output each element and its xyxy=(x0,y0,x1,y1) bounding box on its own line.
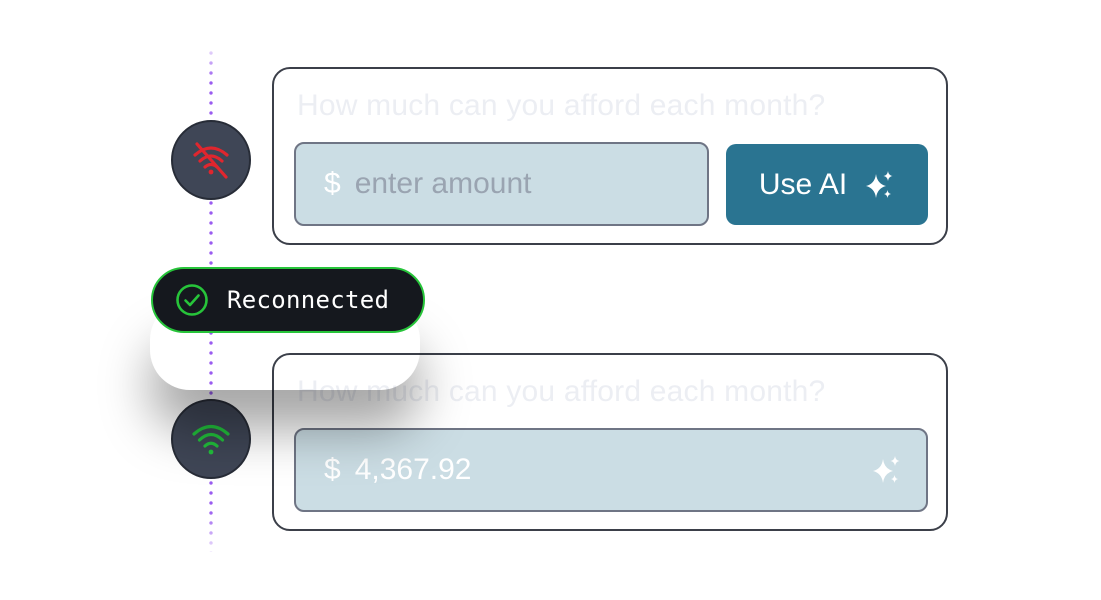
timeline-fade-top xyxy=(200,40,222,80)
online-status-marker xyxy=(171,399,251,479)
check-circle-icon xyxy=(175,283,209,317)
wifi-icon xyxy=(192,424,230,455)
budget-card-offline: How much can you afford each month? $ en… xyxy=(272,67,948,245)
sparkles-icon xyxy=(866,170,893,198)
question-label: How much can you afford each month? xyxy=(297,89,826,122)
offline-status-marker xyxy=(171,120,251,200)
toast-message: Reconnected xyxy=(227,286,390,314)
currency-symbol: $ xyxy=(324,453,341,486)
currency-symbol: $ xyxy=(324,167,341,200)
wifi-off-icon xyxy=(193,142,229,179)
amount-field[interactable]: $ enter amount xyxy=(294,142,709,226)
timeline-fade-bottom xyxy=(200,510,222,560)
sparkles-icon[interactable] xyxy=(870,454,902,486)
amount-input-value[interactable]: 4,367.92 xyxy=(355,453,675,487)
use-ai-label: Use AI xyxy=(758,167,848,201)
reconnected-toast: Reconnected xyxy=(151,267,425,333)
amount-field[interactable]: $ 4,367.92 xyxy=(294,428,928,512)
use-ai-button[interactable]: Use AI xyxy=(726,144,928,225)
stage: How much can you afford each month? $ en… xyxy=(0,0,1101,600)
amount-input-placeholder[interactable]: enter amount xyxy=(355,167,675,201)
